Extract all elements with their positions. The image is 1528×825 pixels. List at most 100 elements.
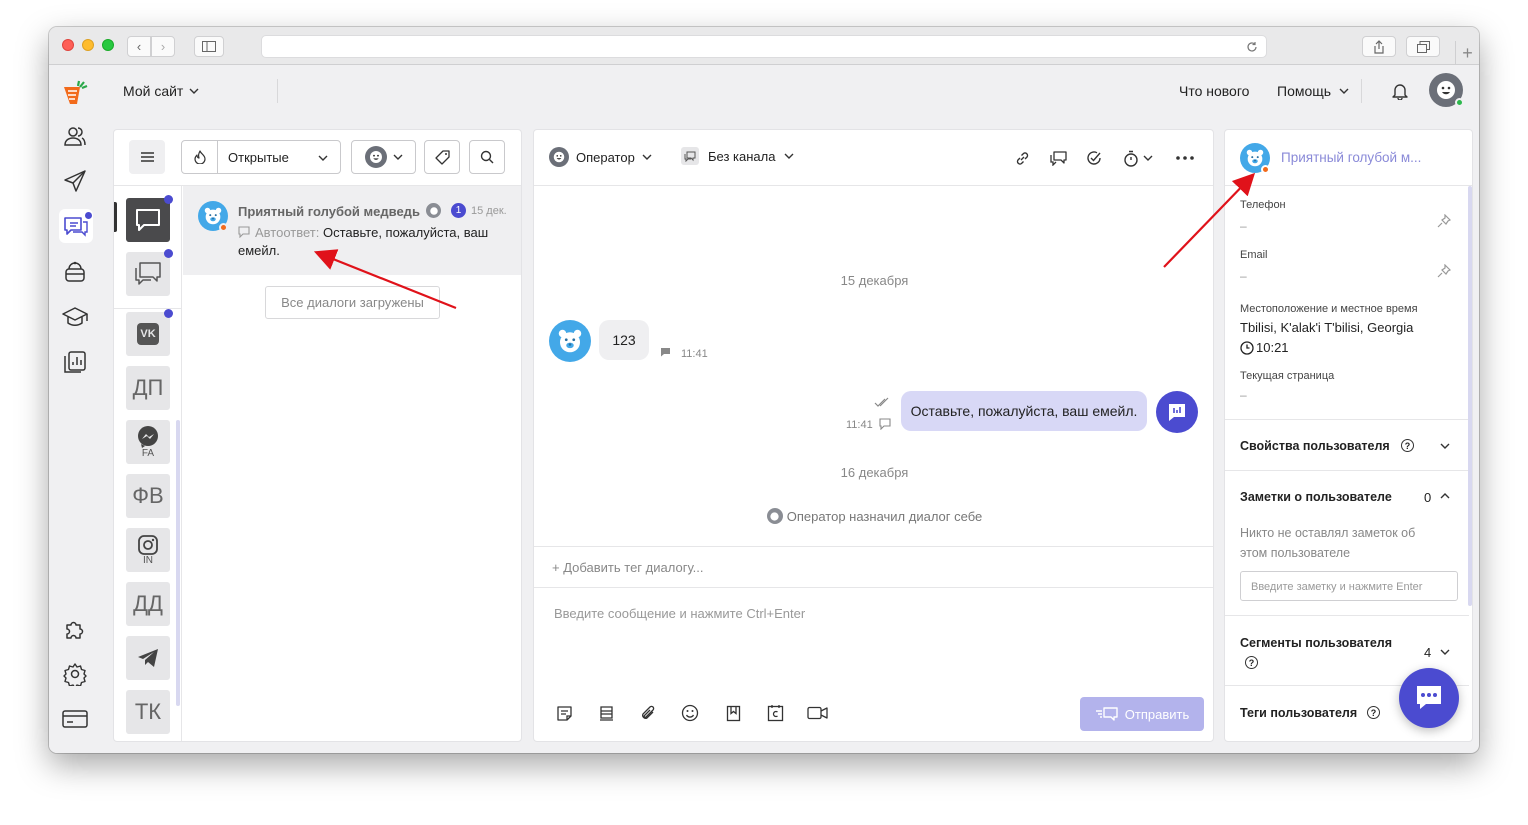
snooze-button[interactable] (1120, 147, 1156, 169)
channel-scrollbar[interactable] (176, 420, 180, 706)
add-dialog-tag[interactable]: + Добавить тег диалогу... (552, 560, 703, 575)
puzzle-icon (66, 621, 84, 639)
channel-fv[interactable]: ФВ (126, 474, 170, 518)
channel-label: Без канала (708, 148, 776, 164)
site-selector[interactable]: Мой сайт (123, 83, 199, 99)
close-dialog-button[interactable] (1083, 147, 1105, 169)
user-panel-scrollbar[interactable] (1468, 186, 1472, 606)
nav-billing[interactable] (61, 705, 89, 733)
dialogs-button[interactable] (1047, 147, 1069, 169)
phone-value[interactable]: – (1240, 219, 1247, 233)
template-button[interactable] (553, 702, 575, 724)
attach-button[interactable] (637, 702, 659, 724)
carrot-quest-logo[interactable] (61, 79, 89, 107)
bell-icon[interactable] (1392, 82, 1408, 100)
more-button[interactable] (1174, 147, 1196, 169)
operator-avatar[interactable] (1429, 73, 1464, 107)
tabs-button[interactable] (1406, 36, 1440, 57)
new-tab-button[interactable]: + (1455, 41, 1479, 65)
article-button[interactable] (722, 702, 744, 724)
pin-icon[interactable] (1437, 264, 1451, 278)
online-status-dot (1455, 98, 1464, 107)
chevron-down-icon (318, 155, 328, 161)
help-icon[interactable]: ? (1401, 439, 1414, 452)
priority-toggle[interactable] (182, 141, 218, 173)
channel-all-open[interactable] (126, 198, 170, 242)
channel-in[interactable]: IN (126, 528, 170, 572)
pin-icon[interactable] (1437, 214, 1451, 228)
help-icon[interactable]: ? (1245, 656, 1258, 669)
user-name-link[interactable]: Приятный голубой м... (1281, 150, 1421, 165)
note-input[interactable]: Введите заметку и нажмите Enter (1240, 571, 1458, 601)
channel-selector[interactable]: Без канала (681, 147, 794, 165)
channel-telegram[interactable] (126, 636, 170, 680)
nav-integrations[interactable] (61, 615, 89, 643)
nav-chatbots[interactable] (61, 258, 89, 286)
more-horizontal-icon (1176, 156, 1194, 160)
chevron-down-icon (1440, 443, 1450, 449)
video-call-button[interactable] (806, 702, 830, 724)
help-icon[interactable]: ? (1367, 706, 1380, 719)
messenger-icon (138, 426, 158, 448)
chat-widget-launcher[interactable] (1399, 668, 1459, 728)
notes-empty-text: Никто не оставлял заметок об этом пользо… (1240, 526, 1416, 560)
help-label: Помощь (1277, 83, 1332, 99)
address-bar[interactable] (261, 35, 1267, 58)
send-button[interactable]: Отправить (1080, 697, 1204, 731)
nav-academy[interactable] (61, 303, 89, 331)
reload-icon[interactable] (1246, 41, 1258, 53)
incoming-message: 123 (599, 320, 649, 360)
channel-dd[interactable]: ДД (126, 582, 170, 626)
nav-conversations[interactable] (59, 209, 93, 243)
user-info-panel: Приятный голубой м... Телефон – Email – … (1224, 129, 1473, 742)
assignee-filter[interactable] (351, 140, 416, 174)
link-button[interactable] (1011, 147, 1033, 169)
assignee-avatar (364, 146, 387, 168)
chevron-down-icon (784, 153, 794, 159)
current-page-value: – (1240, 388, 1247, 402)
nav-reports[interactable] (61, 348, 89, 376)
minimize-window-button[interactable] (82, 39, 94, 51)
active-indicator (114, 202, 117, 232)
nav-users[interactable] (61, 122, 89, 150)
menu-button[interactable] (129, 140, 165, 174)
user-properties-section[interactable]: Свойства пользователя ? (1225, 419, 1469, 470)
assignee-mini-avatar (426, 203, 441, 218)
nav-settings[interactable] (61, 660, 89, 688)
share-button[interactable] (1362, 36, 1396, 57)
channel-dp[interactable]: ДП (126, 366, 170, 410)
close-window-button[interactable] (62, 39, 74, 51)
forward-button[interactable]: › (151, 36, 175, 57)
status-filter[interactable]: Открытые (181, 140, 341, 174)
help-menu[interactable]: Помощь (1277, 83, 1349, 99)
operator-selector[interactable]: Оператор (549, 147, 652, 167)
email-value[interactable]: – (1240, 269, 1247, 283)
current-page-label: Текущая страница (1240, 370, 1335, 382)
segments-count: 4 (1424, 645, 1432, 660)
calendar-button[interactable] (764, 702, 786, 724)
sidebar-toggle-button[interactable] (194, 36, 224, 57)
search-button[interactable] (469, 140, 505, 174)
channel-vk[interactable]: VK (126, 312, 170, 356)
nav-triggers[interactable] (61, 167, 89, 195)
users-icon (64, 127, 86, 146)
message-input[interactable]: Введите сообщение и нажмите Ctrl+Enter (554, 606, 1194, 676)
tag-filter-button[interactable] (424, 140, 460, 174)
channel-fa[interactable]: FA (126, 420, 170, 464)
email-label: Email (1240, 249, 1268, 261)
user-avatar (549, 320, 591, 362)
back-button[interactable]: ‹ (127, 36, 151, 57)
chevron-up-icon[interactable] (1440, 493, 1450, 499)
knowledge-base-button[interactable] (595, 702, 617, 724)
article-icon (726, 705, 740, 721)
channel-divider (114, 308, 182, 309)
channel-all[interactable] (126, 252, 170, 296)
zoom-window-button[interactable] (102, 39, 114, 51)
autoreply-prefix: Автоответ: (255, 225, 320, 240)
offline-status-dot (219, 223, 228, 232)
channel-tk[interactable]: ТК (126, 690, 170, 734)
emoji-button[interactable] (679, 702, 701, 724)
sidebar-icon (202, 41, 216, 52)
conversation-item[interactable]: Приятный голубой медведь 1 15 дек. Автоо… (183, 186, 521, 275)
whats-new-link[interactable]: Что нового (1179, 83, 1249, 99)
